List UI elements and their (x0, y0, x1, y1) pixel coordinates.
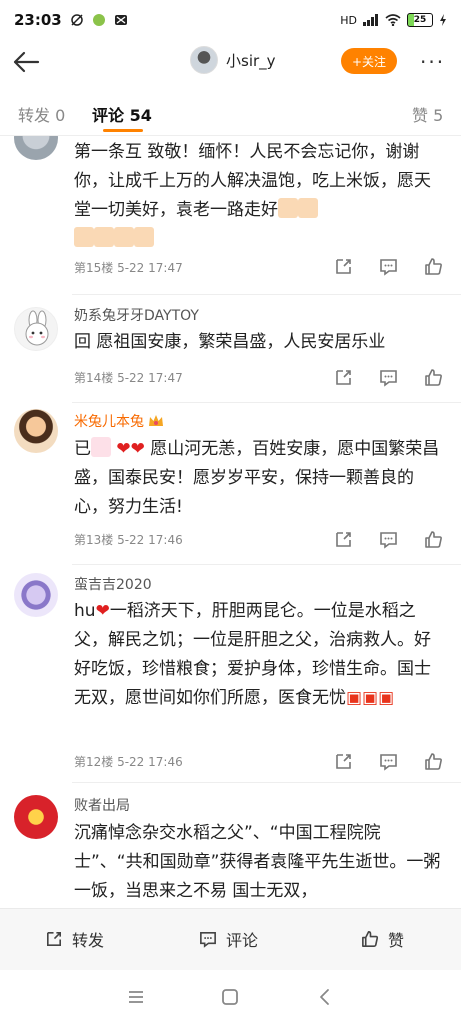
pray-emoji (74, 227, 94, 247)
tab-indicator (103, 129, 143, 132)
home-icon[interactable] (219, 986, 241, 1008)
tab-repost[interactable]: 转发 0 (18, 102, 65, 126)
comment-meta: 第13楼 5-22 17:46 (74, 533, 183, 547)
like-icon (362, 931, 379, 947)
like-icon[interactable] (423, 529, 444, 550)
commenter-avatar[interactable] (14, 136, 58, 160)
comment-icon[interactable] (378, 529, 399, 550)
pray-emoji (114, 227, 134, 247)
tab-comment[interactable]: 评论 54 (92, 102, 152, 126)
pray-emoji (134, 227, 154, 247)
system-nav-bar (0, 970, 461, 1024)
comment-text: hu❤一稻济天下，肝胆两昆仑。一位是水稻之父，解民之饥；一位是肝胆之父，治病救人… (74, 601, 431, 708)
status-time: 23:03 (14, 11, 62, 29)
pray-emoji (94, 227, 114, 247)
repost-label: 转发 (72, 931, 105, 950)
commenter-name[interactable]: 奶系兔牙牙DAYTOY (74, 305, 199, 325)
more-options-button[interactable]: ··· (420, 50, 445, 74)
back-arrow-icon[interactable] (10, 46, 42, 78)
comment-item[interactable]: 米兔儿本兔 已 ❤❤ 愿山河无恙，百姓安康，愿中国繁荣昌盛，国泰民安！愿岁岁平安… (0, 403, 461, 567)
system-icons: HD 25 (340, 13, 447, 27)
signal-icon (363, 14, 378, 26)
share-icon[interactable] (333, 751, 354, 772)
like-icon[interactable] (423, 256, 444, 277)
comment-item[interactable]: 蛮吉吉2020 hu❤一稻济天下，肝胆两昆仑。一位是水稻之父，解民之饥；一位是肝… (0, 565, 461, 785)
vip-crown-icon (149, 415, 164, 426)
share-icon[interactable] (333, 529, 354, 550)
comment-actions (333, 529, 444, 550)
like-icon[interactable] (423, 367, 444, 388)
commenter-name[interactable]: 米兔儿本兔 (74, 411, 164, 431)
comment-icon[interactable] (378, 367, 399, 388)
signal-label: HD (340, 13, 357, 27)
comment-meta: 第15楼 5-22 17:47 (74, 261, 183, 275)
back-icon[interactable] (314, 986, 336, 1008)
comment-text: 沉痛悼念杂交水稻之父”、“中国工程院院士”、“共和国勋章”获得者袁隆平先生逝世。… (74, 823, 441, 901)
comment-item[interactable]: 败者出局 沉痛悼念杂交水稻之父”、“中国工程院院士”、“共和国勋章”获得者袁隆平… (0, 783, 461, 908)
menu-icon[interactable] (125, 986, 147, 1008)
comment-text: 回 愿祖国安康，繁荣昌盛，人民安居乐业 (74, 332, 386, 352)
comment-icon[interactable] (378, 751, 399, 772)
heart-emoji: ❤❤ (116, 439, 145, 459)
tab-bar: 转发 0 评论 54 赞 5 (0, 96, 461, 136)
heart-emoji: ❤ (95, 601, 110, 621)
wifi-icon (385, 14, 401, 26)
comment-text: 已 ❤❤ 愿山河无恙，百姓安康，愿中国繁荣昌盛，国泰民安！愿岁岁平安，保持一颗善… (74, 437, 440, 517)
commenter-avatar[interactable] (14, 307, 58, 351)
comment-label: 评论 (226, 931, 259, 950)
status-bar: 23:03 HD 25 (0, 0, 461, 40)
commenter-name[interactable]: 败者出局 (74, 795, 130, 815)
commenter-name[interactable]: 蛮吉吉2020 (74, 574, 152, 594)
share-icon[interactable] (333, 256, 354, 277)
like-icon[interactable] (423, 751, 444, 772)
charging-icon (440, 14, 446, 26)
pig-emoji (91, 437, 111, 457)
tab-like[interactable]: 赞 5 (412, 102, 443, 126)
battery-indicator: 25 (407, 13, 433, 27)
comment-meta: 第12楼 5-22 17:46 (74, 755, 183, 769)
comment-actions (333, 256, 444, 277)
repost-button[interactable]: 转发 (44, 927, 104, 951)
comment-list[interactable]: 第一条互 致敬！缅怀！人民不会忘记你，谢谢你，让成千上万的人解决温饱，吃上米饭，… (0, 136, 461, 908)
comment-actions (333, 751, 444, 772)
like-label: 赞 (388, 931, 405, 950)
user-info[interactable]: 小sir_y (190, 46, 276, 74)
user-avatar[interactable] (190, 46, 218, 74)
commenter-avatar[interactable] (14, 795, 58, 839)
mute-icon (71, 14, 83, 26)
top-header: 小sir_y +关注 ··· (0, 40, 461, 84)
comment-meta: 第14楼 5-22 17:47 (74, 371, 183, 385)
notification-icons (70, 13, 128, 27)
comment-item[interactable]: 奶系兔牙牙DAYTOY 回 愿祖国安康，繁荣昌盛，人民安居乐业 第14楼 5-2… (0, 295, 461, 405)
pray-emoji (278, 198, 298, 218)
commenter-avatar[interactable] (14, 409, 58, 453)
comment-actions (333, 367, 444, 388)
app-icon (92, 14, 105, 26)
comment-icon (200, 932, 216, 948)
pray-emoji (298, 198, 318, 218)
bottom-action-bar: 转发 评论 赞 (0, 908, 461, 970)
cake-emoji: ▣▣▣ (346, 688, 395, 708)
comment-icon[interactable] (378, 256, 399, 277)
share-icon[interactable] (333, 367, 354, 388)
commenter-avatar[interactable] (14, 573, 58, 617)
mail-icon (114, 15, 127, 25)
comment-item[interactable]: 第一条互 致敬！缅怀！人民不会忘记你，谢谢你，让成千上万的人解决温饱，吃上米饭，… (0, 136, 461, 294)
username[interactable]: 小sir_y (226, 50, 276, 71)
follow-button[interactable]: +关注 (341, 48, 397, 74)
bunny-avatar-icon (25, 310, 49, 346)
comment-button[interactable]: 评论 (198, 927, 258, 951)
share-icon (47, 932, 61, 946)
like-button[interactable]: 赞 (360, 927, 404, 951)
comment-text: 第一条互 致敬！缅怀！人民不会忘记你，谢谢你，让成千上万的人解决温饱，吃上米饭，… (74, 138, 446, 254)
